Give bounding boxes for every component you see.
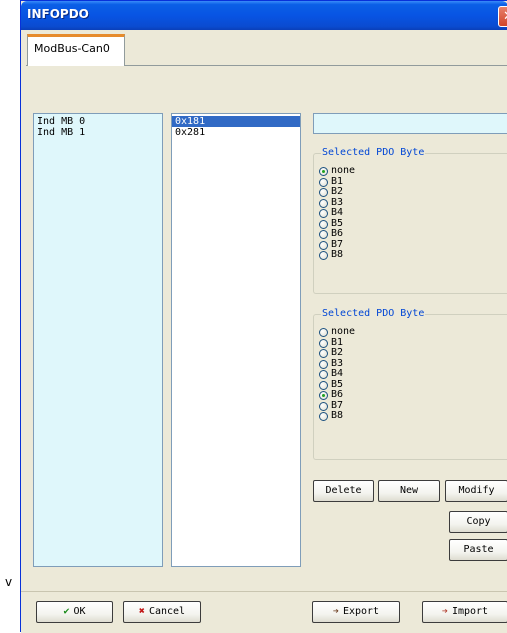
tab-modbus-can0[interactable]: ModBus-Can0 xyxy=(27,34,125,66)
title-bar[interactable]: INFOPDO ✕ xyxy=(21,1,507,30)
export-icon: ➔ xyxy=(332,606,339,617)
radio-button-icon[interactable] xyxy=(319,391,328,400)
list-item[interactable]: Ind MB 0 xyxy=(34,116,162,127)
radio-button-icon[interactable] xyxy=(319,167,328,176)
tab-label: ModBus-Can0 xyxy=(34,42,110,55)
list-item[interactable]: 0x181 xyxy=(172,116,300,127)
radio-list-1: none B1 B2 B3 B4 B5 B6 B7 B8 xyxy=(319,166,355,261)
radio-option-b2[interactable]: B2 xyxy=(319,348,355,359)
radio-button-icon[interactable] xyxy=(319,359,328,369)
radio-list-2: none B1 B2 B3 B4 B5 B6 B7 B8 xyxy=(319,327,355,422)
list-item[interactable]: 0x281 xyxy=(172,127,300,138)
radio-button-icon[interactable] xyxy=(319,177,328,187)
pdo-byte-group-2: Selected PDO Byte none B1 B2 B3 B4 B5 B6… xyxy=(313,308,507,460)
check-icon: ✔ xyxy=(63,606,70,617)
pdo-id-list[interactable]: 0x181 0x281 xyxy=(171,113,301,567)
radio-button-icon[interactable] xyxy=(319,219,328,229)
radio-button-icon[interactable] xyxy=(319,412,328,421)
delete-button[interactable]: Delete xyxy=(313,480,374,502)
radio-button-icon[interactable] xyxy=(319,349,328,358)
radio-option-b8[interactable]: B8 xyxy=(319,250,355,261)
paste-button[interactable]: Paste xyxy=(449,539,507,561)
radio-button-icon[interactable] xyxy=(319,380,328,390)
radio-button-icon[interactable] xyxy=(319,240,328,250)
radio-option-b2[interactable]: B2 xyxy=(319,187,355,198)
radio-option-b4[interactable]: B4 xyxy=(319,208,355,219)
radio-button-icon[interactable] xyxy=(319,328,328,337)
import-icon: ➔ xyxy=(441,606,448,617)
radio-option-b4[interactable]: B4 xyxy=(319,369,355,380)
radio-button-icon[interactable] xyxy=(319,338,328,348)
radio-button-icon[interactable] xyxy=(319,188,328,197)
x-icon: ✖ xyxy=(138,606,145,617)
radio-button-icon[interactable] xyxy=(319,401,328,411)
pdo-byte-group-1: Selected PDO Byte none B1 B2 B3 B4 B5 B6… xyxy=(313,147,507,294)
radio-option-b6[interactable]: B6 xyxy=(319,229,355,240)
modify-button[interactable]: Modify xyxy=(445,480,507,502)
radio-option-none[interactable]: none xyxy=(319,327,355,338)
radio-option-b8[interactable]: B8 xyxy=(319,411,355,422)
window-title: INFOPDO xyxy=(27,7,89,21)
infopdo-window: INFOPDO ✕ ModBus-Can0 Ind MB 0 Ind MB 1 … xyxy=(20,0,507,633)
radio-button-icon[interactable] xyxy=(319,370,328,379)
pdo-name-field[interactable] xyxy=(313,113,507,134)
new-button[interactable]: New xyxy=(378,480,440,502)
radio-button-icon[interactable] xyxy=(319,209,328,218)
close-button[interactable]: ✕ xyxy=(498,6,507,27)
list-item[interactable]: Ind MB 1 xyxy=(34,127,162,138)
close-icon: ✕ xyxy=(503,9,507,24)
group-legend: Selected PDO Byte xyxy=(321,147,426,158)
import-button[interactable]: ➔ Import xyxy=(422,601,507,623)
copy-button[interactable]: Copy xyxy=(449,511,507,533)
radio-button-icon[interactable] xyxy=(319,251,328,260)
modbus-index-list[interactable]: Ind MB 0 Ind MB 1 xyxy=(33,113,163,567)
ok-button[interactable]: ✔ OK xyxy=(36,601,113,623)
cancel-button[interactable]: ✖ Cancel xyxy=(123,601,201,623)
radio-option-none[interactable]: none xyxy=(319,166,355,177)
export-button[interactable]: ➔ Export xyxy=(312,601,400,623)
stray-character: v xyxy=(5,575,13,589)
radio-button-icon[interactable] xyxy=(319,230,328,239)
radio-option-b6[interactable]: B6 xyxy=(319,390,355,401)
radio-button-icon[interactable] xyxy=(319,198,328,208)
group-legend: Selected PDO Byte xyxy=(321,308,426,319)
